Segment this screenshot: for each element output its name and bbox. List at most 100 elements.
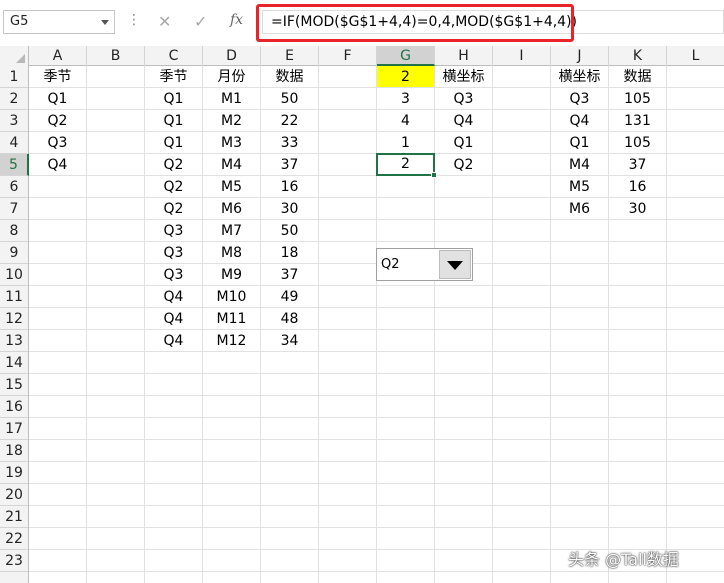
cell-e1[interactable]: 数据: [261, 66, 318, 87]
cell-g4[interactable]: 1: [377, 132, 434, 153]
row-header-9[interactable]: 9: [0, 242, 28, 264]
column-header-d[interactable]: D: [203, 46, 261, 66]
row-header-17[interactable]: 17: [0, 418, 28, 440]
cell-c7[interactable]: Q2: [145, 198, 202, 219]
row-header-10[interactable]: 10: [0, 264, 28, 286]
row-header-18[interactable]: 18: [0, 440, 28, 462]
cell-d5[interactable]: M4: [203, 154, 260, 175]
cell-a1[interactable]: 季节: [29, 66, 86, 87]
insert-function-icon[interactable]: fx: [230, 12, 243, 28]
row-header-4[interactable]: 4: [0, 132, 28, 154]
combobox[interactable]: Q2: [376, 248, 473, 281]
cell-a2[interactable]: Q1: [29, 88, 86, 109]
cell-e10[interactable]: 37: [261, 264, 318, 285]
row-header-6[interactable]: 6: [0, 176, 28, 198]
cell-k6[interactable]: 16: [609, 176, 666, 197]
cell-g2[interactable]: 3: [377, 88, 434, 109]
chevron-down-icon[interactable]: [101, 20, 109, 25]
column-header-c[interactable]: C: [145, 46, 203, 66]
cell-e9[interactable]: 18: [261, 242, 318, 263]
row-header-22[interactable]: 22: [0, 528, 28, 550]
cell-c3[interactable]: Q1: [145, 110, 202, 131]
cell-h1[interactable]: 横坐标: [435, 66, 492, 87]
cell-a4[interactable]: Q3: [29, 132, 86, 153]
column-header-e[interactable]: E: [261, 46, 319, 66]
cell-d3[interactable]: M2: [203, 110, 260, 131]
cell-k4[interactable]: 105: [609, 132, 666, 153]
cell-h3[interactable]: Q4: [435, 110, 492, 131]
cell-d2[interactable]: M1: [203, 88, 260, 109]
row-header-19[interactable]: 19: [0, 462, 28, 484]
cell-a3[interactable]: Q2: [29, 110, 86, 131]
cell-c13[interactable]: Q4: [145, 330, 202, 351]
cell-j4[interactable]: Q1: [551, 132, 608, 153]
cell-d9[interactable]: M8: [203, 242, 260, 263]
column-header-i[interactable]: I: [493, 46, 551, 66]
cell-g3[interactable]: 4: [377, 110, 434, 131]
cell-h5[interactable]: Q2: [435, 154, 492, 175]
fill-handle[interactable]: [431, 172, 437, 178]
cell-e5[interactable]: 37: [261, 154, 318, 175]
cell-d10[interactable]: M9: [203, 264, 260, 285]
row-header-2[interactable]: 2: [0, 88, 28, 110]
row-header-23[interactable]: 23: [0, 550, 28, 572]
cell-d8[interactable]: M7: [203, 220, 260, 241]
more-options-icon[interactable]: ⋮: [127, 12, 141, 28]
column-header-h[interactable]: H: [435, 46, 493, 66]
cell-k3[interactable]: 131: [609, 110, 666, 131]
cell-h2[interactable]: Q3: [435, 88, 492, 109]
cell-e3[interactable]: 22: [261, 110, 318, 131]
cell-j5[interactable]: M4: [551, 154, 608, 175]
cell-d4[interactable]: M3: [203, 132, 260, 153]
cell-g1[interactable]: 2: [377, 66, 434, 87]
row-header-1[interactable]: 1: [0, 66, 28, 88]
column-header-a[interactable]: A: [29, 46, 87, 66]
row-header-14[interactable]: 14: [0, 352, 28, 374]
cell-area[interactable]: 季节 Q1 Q2 Q3 Q4 季节 Q1 Q1 Q1 Q2 Q2 Q2 Q3 Q3 Q3 Q4 Q4 Q4 月份 M1…: [29, 66, 724, 583]
enter-icon[interactable]: ✓: [194, 12, 207, 31]
row-header-12[interactable]: 12: [0, 308, 28, 330]
cell-k5[interactable]: 37: [609, 154, 666, 175]
row-header-7[interactable]: 7: [0, 198, 28, 220]
cell-c5[interactable]: Q2: [145, 154, 202, 175]
column-header-g[interactable]: G: [377, 46, 435, 66]
column-header-f[interactable]: F: [319, 46, 377, 66]
cell-d6[interactable]: M5: [203, 176, 260, 197]
cell-d11[interactable]: M10: [203, 286, 260, 307]
cell-c2[interactable]: Q1: [145, 88, 202, 109]
cell-g5[interactable]: 2: [376, 153, 435, 176]
cell-j1[interactable]: 横坐标: [551, 66, 608, 87]
column-header-l[interactable]: L: [667, 46, 724, 66]
cell-e6[interactable]: 16: [261, 176, 318, 197]
cell-c6[interactable]: Q2: [145, 176, 202, 197]
name-box[interactable]: G5: [3, 10, 115, 34]
cell-j7[interactable]: M6: [551, 198, 608, 219]
cell-c11[interactable]: Q4: [145, 286, 202, 307]
row-header-20[interactable]: 20: [0, 484, 28, 506]
cell-c10[interactable]: Q3: [145, 264, 202, 285]
cell-e7[interactable]: 30: [261, 198, 318, 219]
cell-j2[interactable]: Q3: [551, 88, 608, 109]
cell-d12[interactable]: M11: [203, 308, 260, 329]
select-all-button[interactable]: [0, 46, 29, 66]
cell-k1[interactable]: 数据: [609, 66, 666, 87]
cell-e8[interactable]: 50: [261, 220, 318, 241]
cell-e2[interactable]: 50: [261, 88, 318, 109]
cell-e11[interactable]: 49: [261, 286, 318, 307]
row-header-3[interactable]: 3: [0, 110, 28, 132]
cell-c1[interactable]: 季节: [145, 66, 202, 87]
cell-d1[interactable]: 月份: [203, 66, 260, 87]
row-header-5[interactable]: 5: [0, 154, 29, 176]
row-header-8[interactable]: 8: [0, 220, 28, 242]
cell-a5[interactable]: Q4: [29, 154, 86, 175]
cell-h4[interactable]: Q1: [435, 132, 492, 153]
cell-e13[interactable]: 34: [261, 330, 318, 351]
cell-c8[interactable]: Q3: [145, 220, 202, 241]
column-header-b[interactable]: B: [87, 46, 145, 66]
cell-e12[interactable]: 48: [261, 308, 318, 329]
cell-c12[interactable]: Q4: [145, 308, 202, 329]
combobox-dropdown-button[interactable]: [439, 250, 471, 279]
row-header-15[interactable]: 15: [0, 374, 28, 396]
row-header-21[interactable]: 21: [0, 506, 28, 528]
column-header-j[interactable]: J: [551, 46, 609, 66]
